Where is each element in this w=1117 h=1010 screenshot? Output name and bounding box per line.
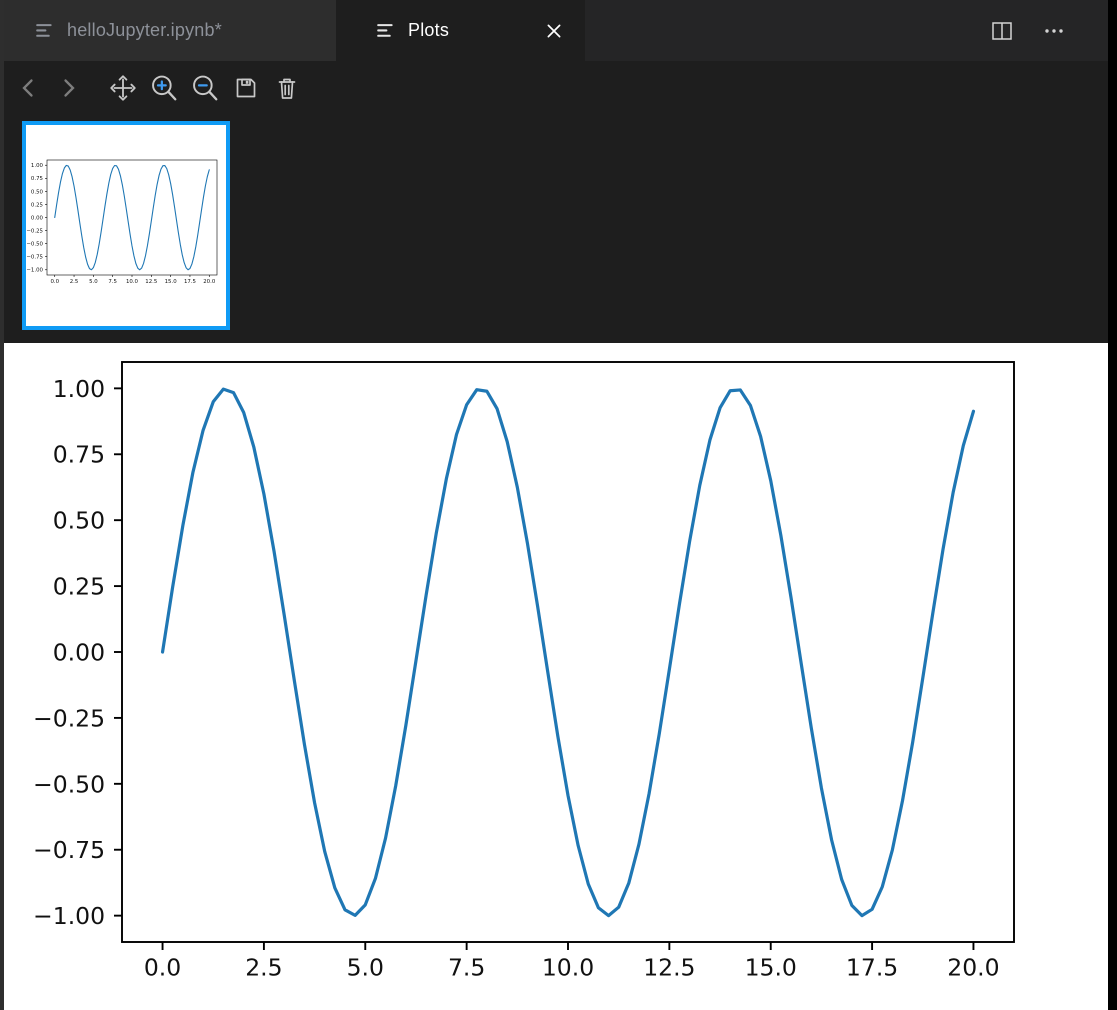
tab-label: helloJupyter.ipynb* xyxy=(67,20,222,40)
svg-text:0.0: 0.0 xyxy=(50,279,59,285)
svg-text:10.0: 10.0 xyxy=(126,279,139,285)
svg-text:−0.75: −0.75 xyxy=(26,255,43,261)
notebook-icon xyxy=(376,21,395,40)
svg-text:−0.25: −0.25 xyxy=(26,229,43,235)
svg-text:0.0: 0.0 xyxy=(144,953,181,981)
next-image-button[interactable] xyxy=(53,72,85,104)
svg-text:0.25: 0.25 xyxy=(31,202,43,208)
editor-actions xyxy=(988,0,1108,61)
svg-text:0.00: 0.00 xyxy=(53,638,105,666)
editor-tab-bar: helloJupyter.ipynb* Plots xyxy=(0,0,1108,61)
sine-plot[interactable]: 0.0 2.5 5.0 7.5 10.0 12.5 15.0 17.5 20.0 1.00 0.75… xyxy=(4,343,1108,1010)
svg-text:−0.25: −0.25 xyxy=(33,704,105,732)
svg-text:−0.75: −0.75 xyxy=(33,836,105,864)
svg-text:−0.50: −0.50 xyxy=(33,770,105,798)
delete-icon[interactable] xyxy=(271,72,303,104)
svg-text:5.0: 5.0 xyxy=(89,279,98,285)
split-editor-icon[interactable] xyxy=(988,17,1016,45)
tab-label: Plots xyxy=(408,20,450,40)
plot-canvas-area: 0.0 2.5 5.0 7.5 10.0 12.5 15.0 17.5 20.0 1.00 0.75… xyxy=(4,343,1108,1010)
svg-text:5.0: 5.0 xyxy=(347,953,384,981)
svg-text:0.75: 0.75 xyxy=(53,441,105,469)
svg-text:−1.00: −1.00 xyxy=(26,268,43,274)
zoom-out-icon[interactable] xyxy=(189,72,221,104)
svg-text:12.5: 12.5 xyxy=(643,953,695,981)
zoom-in-icon[interactable] xyxy=(148,72,180,104)
plot-toolbar xyxy=(0,61,1108,115)
svg-text:1.00: 1.00 xyxy=(53,375,105,403)
svg-text:0.75: 0.75 xyxy=(31,176,43,182)
window-left-edge xyxy=(0,0,4,1010)
plot-thumbnail-selected[interactable]: 0.0 2.5 5.0 7.5 10.0 12.5 15.0 17.5 20.0 1.00 0.75… xyxy=(22,121,230,330)
plots-viewer-window: helloJupyter.ipynb* Plots 0.0 2.5 5.0 7.… xyxy=(0,0,1108,1010)
svg-text:−0.50: −0.50 xyxy=(26,242,43,248)
svg-text:15.0: 15.0 xyxy=(165,279,178,285)
tab-hellojupyter-notebook[interactable]: helloJupyter.ipynb* xyxy=(0,0,336,61)
svg-text:17.5: 17.5 xyxy=(846,953,898,981)
tab-plots[interactable]: Plots xyxy=(336,0,585,61)
svg-text:2.5: 2.5 xyxy=(245,953,282,981)
save-icon[interactable] xyxy=(230,72,262,104)
svg-text:0.25: 0.25 xyxy=(53,573,105,601)
svg-text:17.5: 17.5 xyxy=(184,279,196,285)
sine-plot-thumbnail: 0.0 2.5 5.0 7.5 10.0 12.5 15.0 17.5 20.0 1.00 0.75… xyxy=(26,159,218,285)
svg-text:0.50: 0.50 xyxy=(31,189,44,195)
plot-thumbnail-strip: 0.0 2.5 5.0 7.5 10.0 12.5 15.0 17.5 20.0 1.00 0.75… xyxy=(0,115,1108,343)
pan-icon[interactable] xyxy=(107,72,139,104)
svg-text:12.5: 12.5 xyxy=(145,279,157,285)
more-actions-icon[interactable] xyxy=(1040,17,1068,45)
svg-text:0.00: 0.00 xyxy=(31,215,44,221)
svg-text:1.00: 1.00 xyxy=(31,163,44,169)
svg-text:0.50: 0.50 xyxy=(53,507,105,535)
svg-text:15.0: 15.0 xyxy=(745,953,797,981)
svg-text:7.5: 7.5 xyxy=(108,279,117,285)
close-tab-icon[interactable] xyxy=(541,18,567,44)
notebook-icon xyxy=(35,21,54,40)
svg-text:2.5: 2.5 xyxy=(70,279,79,285)
svg-text:−1.00: −1.00 xyxy=(33,902,105,930)
svg-text:20.0: 20.0 xyxy=(947,953,999,981)
svg-text:10.0: 10.0 xyxy=(542,953,594,981)
svg-text:7.5: 7.5 xyxy=(448,953,485,981)
previous-image-button[interactable] xyxy=(12,72,44,104)
svg-text:20.0: 20.0 xyxy=(203,279,216,285)
